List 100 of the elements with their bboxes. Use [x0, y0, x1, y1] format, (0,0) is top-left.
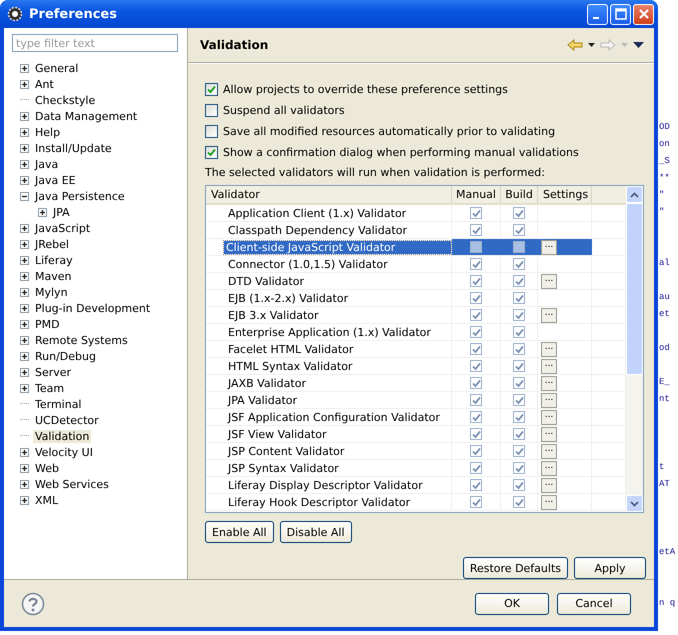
expand-icon[interactable] — [20, 448, 29, 457]
expand-icon[interactable] — [20, 112, 29, 121]
expand-icon[interactable] — [20, 384, 29, 393]
checkbox[interactable] — [205, 146, 218, 160]
validator-name[interactable]: JSP Syntax Validator — [226, 462, 341, 475]
expand-icon[interactable] — [20, 336, 29, 345]
settings-button[interactable]: ... — [541, 240, 557, 255]
close-button[interactable] — [633, 4, 654, 25]
validator-name[interactable]: Liferay Display Descriptor Validator — [226, 478, 425, 492]
tree-item[interactable]: Liferay — [33, 254, 75, 267]
settings-button[interactable]: ... — [541, 358, 557, 374]
minimize-button[interactable] — [587, 4, 608, 25]
scroll-bar[interactable] — [626, 186, 643, 512]
settings-button[interactable]: ... — [541, 426, 557, 442]
checkbox[interactable] — [470, 207, 482, 220]
expand-icon[interactable] — [20, 352, 29, 361]
tree-item[interactable]: Plug-in Development — [33, 302, 152, 315]
checkbox[interactable] — [470, 343, 482, 356]
tree-item[interactable]: JPA — [51, 206, 72, 219]
checkbox[interactable] — [205, 83, 218, 96]
settings-button[interactable]: ... — [541, 376, 557, 391]
expand-icon[interactable] — [20, 160, 29, 169]
tree-item[interactable]: Mylyn — [33, 286, 70, 299]
expand-icon[interactable] — [20, 224, 29, 233]
checkbox[interactable] — [470, 258, 482, 270]
expand-icon[interactable] — [20, 64, 29, 73]
validator-name[interactable]: Client-side JavaScript Validator — [224, 240, 451, 254]
tree-item[interactable]: Checkstyle — [33, 94, 98, 107]
checkbox[interactable] — [470, 479, 482, 492]
checkbox[interactable] — [470, 326, 482, 338]
validator-name[interactable]: JSF Application Configuration Validator — [226, 410, 442, 424]
tree-item[interactable]: JavaScript — [33, 222, 92, 235]
expand-icon[interactable] — [20, 144, 29, 153]
dialog-button[interactable]: OK — [475, 592, 549, 615]
expand-icon[interactable] — [20, 304, 29, 313]
checkbox[interactable] — [513, 326, 525, 338]
expand-icon[interactable] — [20, 480, 29, 489]
tree-item[interactable]: General — [33, 62, 80, 75]
back-arrow-icon[interactable] — [567, 39, 583, 52]
scroll-up-button[interactable] — [626, 186, 643, 204]
tree-item[interactable]: Server — [33, 366, 74, 379]
expand-icon[interactable] — [38, 208, 47, 217]
tree-item[interactable]: Run/Debug — [33, 350, 98, 363]
checkbox[interactable] — [470, 496, 482, 508]
checkbox[interactable] — [513, 224, 525, 236]
collapse-icon[interactable] — [20, 192, 29, 201]
page-button[interactable]: Apply — [574, 557, 646, 580]
menu-icon[interactable] — [633, 42, 644, 48]
tree-item[interactable]: Velocity UI — [33, 446, 95, 459]
checkbox[interactable] — [470, 360, 482, 372]
settings-button[interactable]: ... — [541, 444, 557, 459]
checkbox[interactable] — [513, 207, 525, 220]
validator-name[interactable]: JSF View Validator — [226, 428, 328, 441]
checkbox[interactable] — [513, 496, 525, 508]
validator-name[interactable]: JAXB Validator — [226, 376, 308, 390]
forward-arrow-icon[interactable] — [600, 39, 616, 52]
checkbox[interactable] — [513, 445, 525, 458]
checkbox[interactable] — [470, 445, 482, 458]
settings-button[interactable]: ... — [541, 308, 557, 323]
expand-icon[interactable] — [20, 80, 29, 89]
tree-item[interactable]: Remote Systems — [33, 334, 130, 347]
checkbox[interactable] — [513, 292, 525, 304]
settings-button[interactable]: ... — [541, 342, 557, 357]
tree-item[interactable]: XML — [33, 494, 60, 507]
tree-item[interactable]: Team — [33, 382, 66, 395]
table-button[interactable]: Enable All — [205, 521, 274, 544]
checkbox[interactable] — [513, 360, 525, 372]
checkbox[interactable] — [470, 309, 482, 322]
expand-icon[interactable] — [20, 496, 29, 505]
tree-item[interactable]: JRebel — [33, 238, 71, 251]
checkbox[interactable] — [513, 479, 525, 492]
checkbox[interactable] — [513, 377, 525, 390]
checkbox[interactable] — [513, 343, 525, 356]
expand-icon[interactable] — [20, 464, 29, 473]
settings-button[interactable]: ... — [541, 460, 557, 476]
expand-icon[interactable] — [20, 320, 29, 329]
expand-icon[interactable] — [20, 288, 29, 297]
checkbox[interactable] — [470, 394, 482, 406]
tree-item[interactable]: UCDetector — [33, 414, 101, 427]
checkbox[interactable] — [470, 292, 482, 304]
tree-item[interactable]: Ant — [33, 78, 56, 91]
validator-name[interactable]: Liferay Hook Descriptor Validator — [226, 496, 412, 509]
column-header[interactable]: Build — [501, 186, 538, 204]
tree-item[interactable]: Java — [33, 158, 60, 171]
tree-item[interactable]: Java Persistence — [33, 190, 127, 203]
validator-name[interactable]: Facelet HTML Validator — [226, 342, 356, 356]
checkbox[interactable] — [205, 104, 218, 118]
filter-field[interactable]: type filter text — [12, 34, 178, 52]
checkbox[interactable] — [513, 428, 525, 440]
checkbox[interactable] — [513, 241, 525, 254]
checkbox[interactable] — [470, 462, 482, 474]
validator-name[interactable]: EJB 3.x Validator — [226, 308, 321, 322]
scroll-down-button[interactable] — [626, 495, 643, 512]
tree-item[interactable]: Data Management — [33, 110, 140, 123]
tree-item[interactable]: Java EE — [33, 174, 78, 187]
maximize-button[interactable] — [610, 4, 631, 25]
checkbox[interactable] — [470, 411, 482, 424]
checkbox[interactable] — [470, 275, 482, 288]
column-header[interactable]: Settings — [538, 186, 592, 204]
expand-icon[interactable] — [20, 368, 29, 377]
